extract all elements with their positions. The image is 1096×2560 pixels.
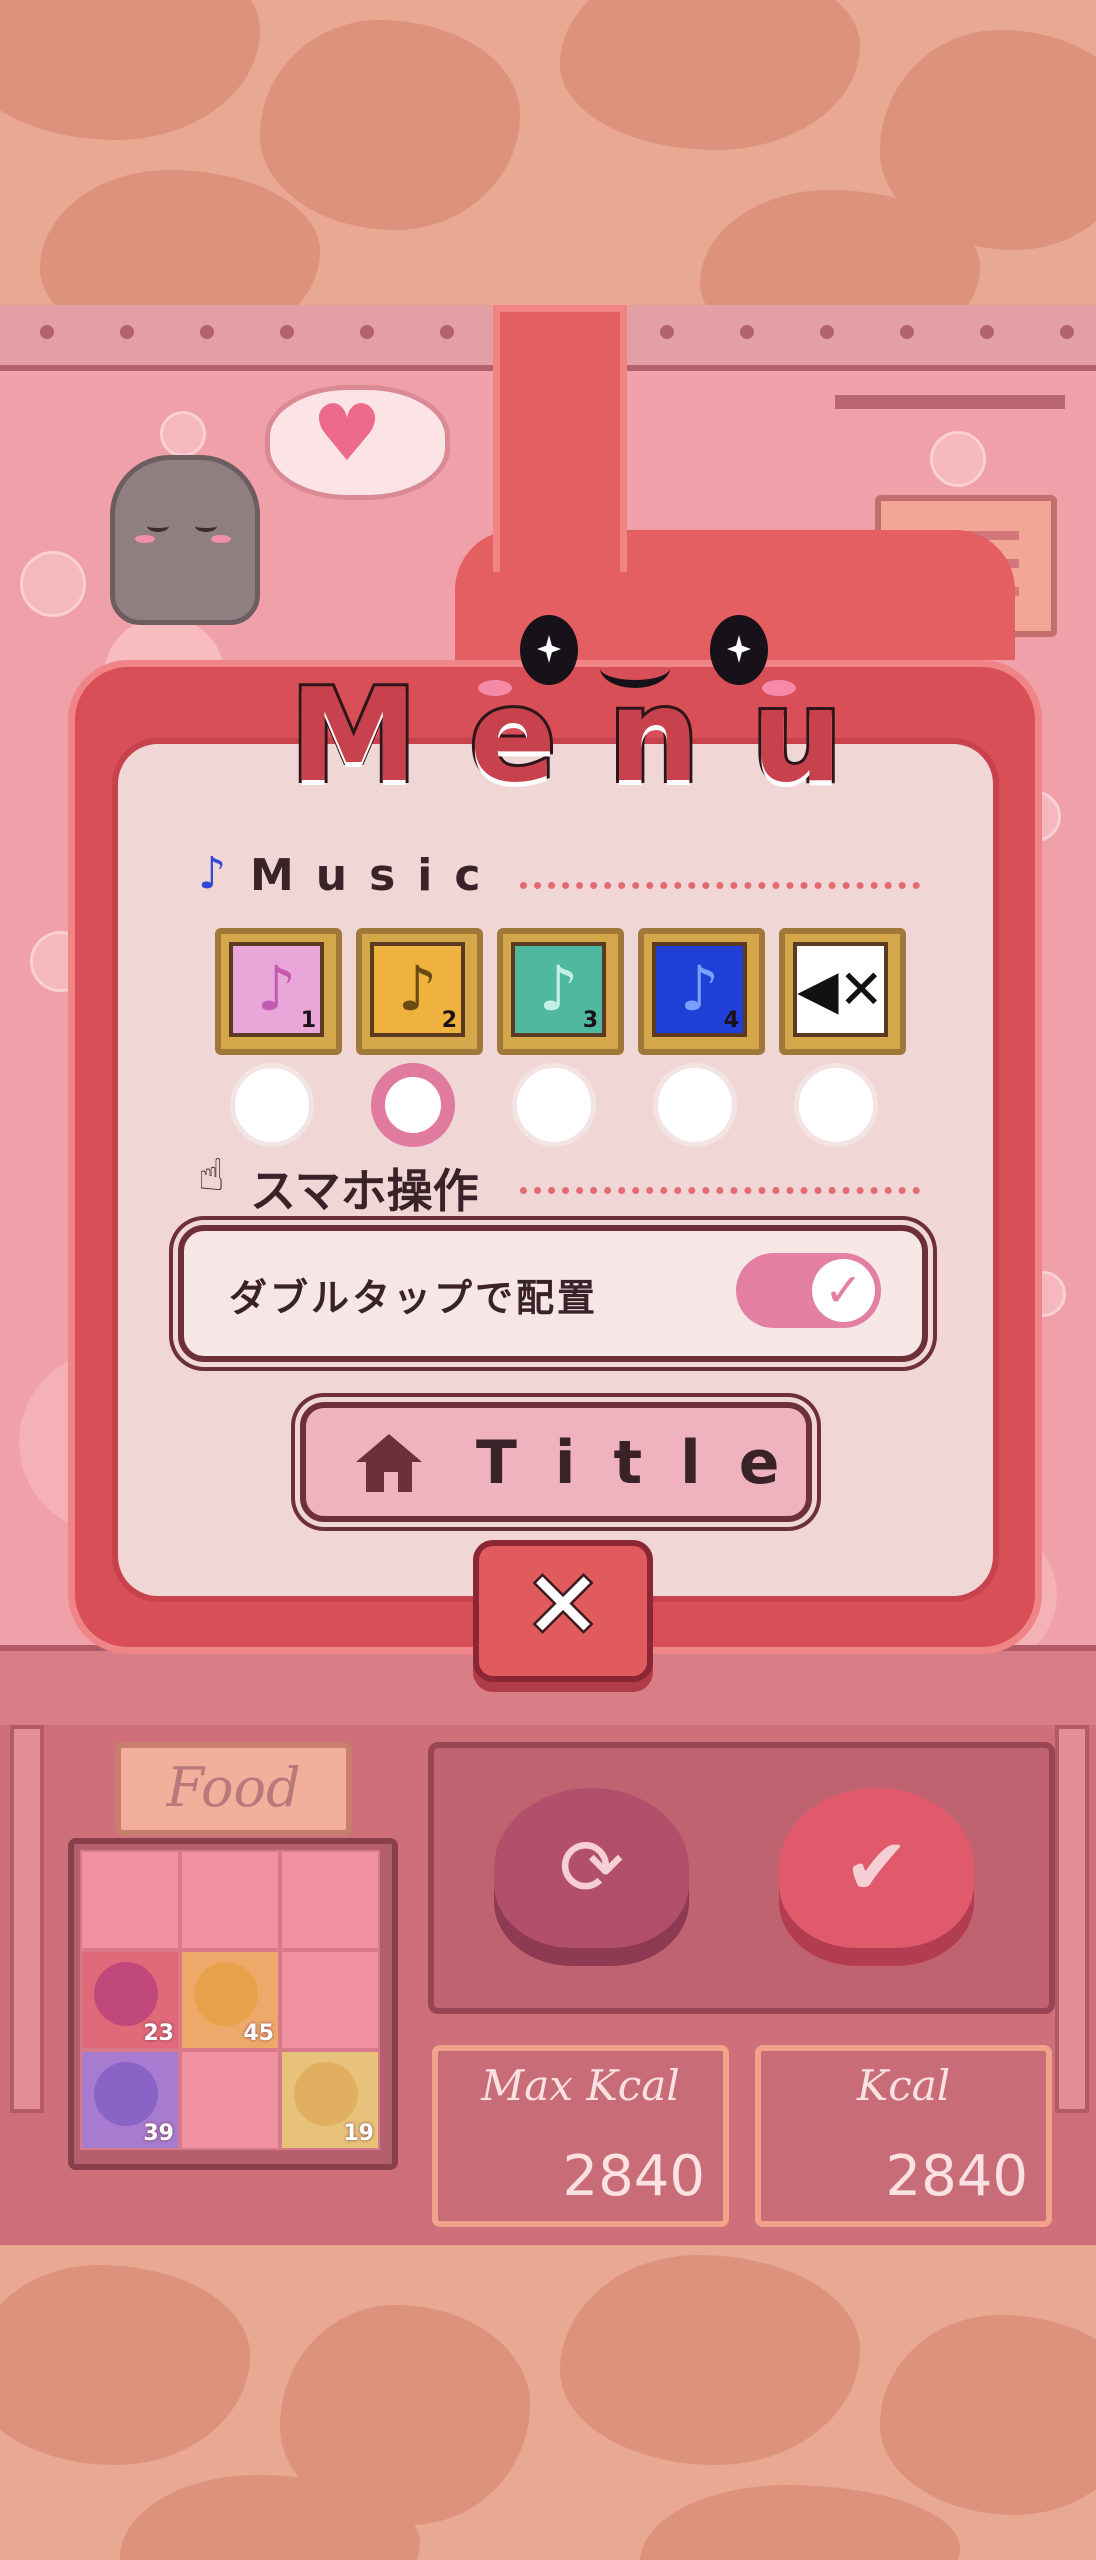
music-track-4-button[interactable]: ♪ 4 xyxy=(638,928,765,1055)
music-mute-face: ◀✕ xyxy=(793,942,888,1037)
menu-frame-neck xyxy=(493,305,627,572)
hand-pointer-icon: ☝ xyxy=(198,1150,225,1201)
background-bottom xyxy=(0,2245,1096,2560)
touch-section-label: スマホ操作 xyxy=(250,1164,479,1218)
music-track-2-button[interactable]: ♪ 2 xyxy=(356,928,483,1055)
music-divider xyxy=(520,882,920,889)
music-section-label: Music xyxy=(250,850,503,901)
close-button[interactable]: ✕ xyxy=(473,1540,653,1682)
food-item[interactable]: 45 xyxy=(180,1950,280,2050)
music-track-2-face: ♪ 2 xyxy=(370,942,465,1037)
dish-icon xyxy=(294,2062,358,2126)
music-track-3-button[interactable]: ♪ 3 xyxy=(497,928,624,1055)
dish-icon xyxy=(94,1962,158,2026)
max-kcal-label: Max Kcal xyxy=(481,2061,680,2110)
max-kcal-display: Max Kcal 2840 xyxy=(432,2045,729,2227)
music-track-2-radio[interactable] xyxy=(371,1063,455,1147)
title-button-label: Title xyxy=(476,1428,818,1498)
check-icon: ✓ xyxy=(812,1259,875,1322)
kcal-value: 2840 xyxy=(885,2144,1028,2209)
music-track-4-radio[interactable] xyxy=(653,1063,737,1147)
food-item[interactable]: 23 xyxy=(80,1950,180,2050)
sign-bracket xyxy=(835,395,1065,409)
dish-icon xyxy=(94,2062,158,2126)
music-track-1-button[interactable]: ♪ 1 xyxy=(215,928,342,1055)
music-track-3-radio[interactable] xyxy=(512,1063,596,1147)
music-track-3-face: ♪ 3 xyxy=(511,942,606,1037)
double-tap-toggle[interactable]: ✓ xyxy=(736,1253,881,1328)
heart-icon: ♥ xyxy=(312,389,382,479)
food-grid: 23 45 39 19 xyxy=(68,1838,398,2170)
max-kcal-value: 2840 xyxy=(562,2144,705,2209)
refresh-button[interactable]: ⟳ xyxy=(494,1788,689,1948)
speaker-mute-icon: ◀✕ xyxy=(797,958,884,1021)
music-mute-button[interactable]: ◀✕ xyxy=(779,928,906,1055)
music-track-4-face: ♪ 4 xyxy=(652,942,747,1037)
kcal-display: Kcal 2840 xyxy=(755,2045,1052,2227)
check-icon: ✔ xyxy=(843,1823,910,1913)
close-icon: ✕ xyxy=(522,1550,604,1662)
food-item[interactable]: 39 xyxy=(80,2050,180,2150)
food-sign: Food xyxy=(115,1742,352,1836)
background-top xyxy=(0,0,1096,305)
double-tap-label: ダブルタップで配置 xyxy=(229,1276,599,1320)
menu-title: Menu xyxy=(287,662,895,811)
action-button-panel: ⟳ ✔ xyxy=(428,1742,1055,2014)
mascot-character xyxy=(110,455,260,625)
food-item[interactable]: 19 xyxy=(280,2050,380,2150)
title-button[interactable]: Title xyxy=(300,1402,812,1522)
touch-divider xyxy=(520,1187,920,1194)
kcal-label: Kcal xyxy=(856,2061,951,2110)
double-tap-setting: ダブルタップで配置 ✓ xyxy=(178,1225,928,1362)
home-icon xyxy=(356,1434,422,1492)
confirm-button[interactable]: ✔ xyxy=(779,1788,974,1948)
music-track-1-radio[interactable] xyxy=(230,1063,314,1147)
music-note-icon: ♪ xyxy=(198,848,227,899)
music-mute-radio[interactable] xyxy=(794,1063,878,1147)
music-track-1-face: ♪ 1 xyxy=(229,942,324,1037)
dish-icon xyxy=(194,1962,258,2026)
refresh-icon: ⟳ xyxy=(558,1823,625,1913)
